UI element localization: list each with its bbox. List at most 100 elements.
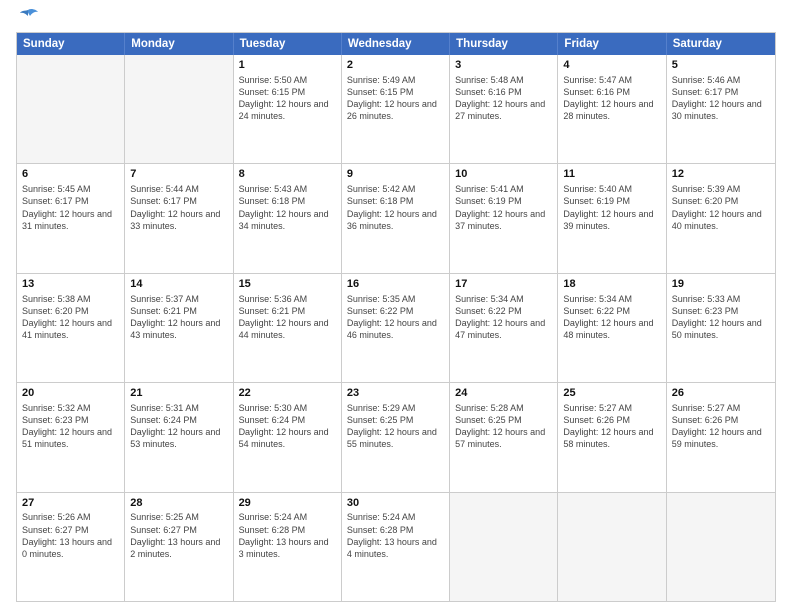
header-day-wednesday: Wednesday <box>342 33 450 55</box>
day-detail: Sunrise: 5:43 AM Sunset: 6:18 PM Dayligh… <box>239 183 336 232</box>
day-detail: Sunrise: 5:24 AM Sunset: 6:28 PM Dayligh… <box>239 511 336 560</box>
day-detail: Sunrise: 5:29 AM Sunset: 6:25 PM Dayligh… <box>347 402 444 451</box>
calendar-day-16: 16Sunrise: 5:35 AM Sunset: 6:22 PM Dayli… <box>342 274 450 382</box>
day-number: 11 <box>563 167 660 182</box>
header-day-monday: Monday <box>125 33 233 55</box>
day-number: 16 <box>347 277 444 292</box>
day-number: 3 <box>455 58 552 73</box>
day-number: 7 <box>130 167 227 182</box>
day-number: 30 <box>347 496 444 511</box>
calendar-day-empty <box>558 493 666 601</box>
day-detail: Sunrise: 5:36 AM Sunset: 6:21 PM Dayligh… <box>239 293 336 342</box>
calendar-week-5: 27Sunrise: 5:26 AM Sunset: 6:27 PM Dayli… <box>17 493 775 601</box>
calendar-day-27: 27Sunrise: 5:26 AM Sunset: 6:27 PM Dayli… <box>17 493 125 601</box>
day-detail: Sunrise: 5:27 AM Sunset: 6:26 PM Dayligh… <box>672 402 770 451</box>
calendar-day-empty <box>17 55 125 163</box>
calendar-week-4: 20Sunrise: 5:32 AM Sunset: 6:23 PM Dayli… <box>17 383 775 492</box>
day-number: 2 <box>347 58 444 73</box>
calendar-day-5: 5Sunrise: 5:46 AM Sunset: 6:17 PM Daylig… <box>667 55 775 163</box>
day-detail: Sunrise: 5:37 AM Sunset: 6:21 PM Dayligh… <box>130 293 227 342</box>
day-number: 28 <box>130 496 227 511</box>
calendar-day-26: 26Sunrise: 5:27 AM Sunset: 6:26 PM Dayli… <box>667 383 775 491</box>
calendar-day-23: 23Sunrise: 5:29 AM Sunset: 6:25 PM Dayli… <box>342 383 450 491</box>
day-detail: Sunrise: 5:28 AM Sunset: 6:25 PM Dayligh… <box>455 402 552 451</box>
day-detail: Sunrise: 5:31 AM Sunset: 6:24 PM Dayligh… <box>130 402 227 451</box>
day-detail: Sunrise: 5:41 AM Sunset: 6:19 PM Dayligh… <box>455 183 552 232</box>
day-number: 13 <box>22 277 119 292</box>
calendar-day-22: 22Sunrise: 5:30 AM Sunset: 6:24 PM Dayli… <box>234 383 342 491</box>
day-detail: Sunrise: 5:45 AM Sunset: 6:17 PM Dayligh… <box>22 183 119 232</box>
day-detail: Sunrise: 5:33 AM Sunset: 6:23 PM Dayligh… <box>672 293 770 342</box>
calendar-header: SundayMondayTuesdayWednesdayThursdayFrid… <box>17 33 775 55</box>
calendar: SundayMondayTuesdayWednesdayThursdayFrid… <box>16 32 776 602</box>
day-detail: Sunrise: 5:38 AM Sunset: 6:20 PM Dayligh… <box>22 293 119 342</box>
calendar-week-3: 13Sunrise: 5:38 AM Sunset: 6:20 PM Dayli… <box>17 274 775 383</box>
day-number: 6 <box>22 167 119 182</box>
calendar-week-1: 1Sunrise: 5:50 AM Sunset: 6:15 PM Daylig… <box>17 55 775 164</box>
day-detail: Sunrise: 5:27 AM Sunset: 6:26 PM Dayligh… <box>563 402 660 451</box>
day-number: 29 <box>239 496 336 511</box>
day-detail: Sunrise: 5:26 AM Sunset: 6:27 PM Dayligh… <box>22 511 119 560</box>
day-number: 25 <box>563 386 660 401</box>
day-detail: Sunrise: 5:32 AM Sunset: 6:23 PM Dayligh… <box>22 402 119 451</box>
day-detail: Sunrise: 5:39 AM Sunset: 6:20 PM Dayligh… <box>672 183 770 232</box>
day-detail: Sunrise: 5:42 AM Sunset: 6:18 PM Dayligh… <box>347 183 444 232</box>
logo <box>16 12 38 24</box>
calendar-day-3: 3Sunrise: 5:48 AM Sunset: 6:16 PM Daylig… <box>450 55 558 163</box>
header-day-friday: Friday <box>558 33 666 55</box>
calendar-body: 1Sunrise: 5:50 AM Sunset: 6:15 PM Daylig… <box>17 55 775 601</box>
calendar-day-4: 4Sunrise: 5:47 AM Sunset: 6:16 PM Daylig… <box>558 55 666 163</box>
day-number: 15 <box>239 277 336 292</box>
day-number: 1 <box>239 58 336 73</box>
calendar-day-9: 9Sunrise: 5:42 AM Sunset: 6:18 PM Daylig… <box>342 164 450 272</box>
day-detail: Sunrise: 5:40 AM Sunset: 6:19 PM Dayligh… <box>563 183 660 232</box>
calendar-day-12: 12Sunrise: 5:39 AM Sunset: 6:20 PM Dayli… <box>667 164 775 272</box>
calendar-day-21: 21Sunrise: 5:31 AM Sunset: 6:24 PM Dayli… <box>125 383 233 491</box>
header-day-sunday: Sunday <box>17 33 125 55</box>
page-header <box>16 12 776 24</box>
calendar-day-19: 19Sunrise: 5:33 AM Sunset: 6:23 PM Dayli… <box>667 274 775 382</box>
calendar-day-empty <box>125 55 233 163</box>
calendar-day-7: 7Sunrise: 5:44 AM Sunset: 6:17 PM Daylig… <box>125 164 233 272</box>
calendar-day-1: 1Sunrise: 5:50 AM Sunset: 6:15 PM Daylig… <box>234 55 342 163</box>
day-detail: Sunrise: 5:47 AM Sunset: 6:16 PM Dayligh… <box>563 74 660 123</box>
calendar-day-8: 8Sunrise: 5:43 AM Sunset: 6:18 PM Daylig… <box>234 164 342 272</box>
calendar-day-29: 29Sunrise: 5:24 AM Sunset: 6:28 PM Dayli… <box>234 493 342 601</box>
day-detail: Sunrise: 5:34 AM Sunset: 6:22 PM Dayligh… <box>455 293 552 342</box>
day-detail: Sunrise: 5:46 AM Sunset: 6:17 PM Dayligh… <box>672 74 770 123</box>
day-number: 21 <box>130 386 227 401</box>
calendar-day-empty <box>667 493 775 601</box>
logo-bird-icon <box>18 8 38 24</box>
day-detail: Sunrise: 5:49 AM Sunset: 6:15 PM Dayligh… <box>347 74 444 123</box>
day-number: 18 <box>563 277 660 292</box>
calendar-day-10: 10Sunrise: 5:41 AM Sunset: 6:19 PM Dayli… <box>450 164 558 272</box>
day-detail: Sunrise: 5:25 AM Sunset: 6:27 PM Dayligh… <box>130 511 227 560</box>
calendar-day-empty <box>450 493 558 601</box>
header-day-saturday: Saturday <box>667 33 775 55</box>
calendar-day-25: 25Sunrise: 5:27 AM Sunset: 6:26 PM Dayli… <box>558 383 666 491</box>
day-detail: Sunrise: 5:30 AM Sunset: 6:24 PM Dayligh… <box>239 402 336 451</box>
calendar-day-20: 20Sunrise: 5:32 AM Sunset: 6:23 PM Dayli… <box>17 383 125 491</box>
header-day-tuesday: Tuesday <box>234 33 342 55</box>
day-number: 19 <box>672 277 770 292</box>
day-number: 12 <box>672 167 770 182</box>
calendar-day-28: 28Sunrise: 5:25 AM Sunset: 6:27 PM Dayli… <box>125 493 233 601</box>
day-number: 5 <box>672 58 770 73</box>
calendar-day-13: 13Sunrise: 5:38 AM Sunset: 6:20 PM Dayli… <box>17 274 125 382</box>
calendar-day-17: 17Sunrise: 5:34 AM Sunset: 6:22 PM Dayli… <box>450 274 558 382</box>
calendar-week-2: 6Sunrise: 5:45 AM Sunset: 6:17 PM Daylig… <box>17 164 775 273</box>
day-number: 17 <box>455 277 552 292</box>
day-detail: Sunrise: 5:35 AM Sunset: 6:22 PM Dayligh… <box>347 293 444 342</box>
day-number: 22 <box>239 386 336 401</box>
day-number: 20 <box>22 386 119 401</box>
day-detail: Sunrise: 5:24 AM Sunset: 6:28 PM Dayligh… <box>347 511 444 560</box>
calendar-day-11: 11Sunrise: 5:40 AM Sunset: 6:19 PM Dayli… <box>558 164 666 272</box>
calendar-day-14: 14Sunrise: 5:37 AM Sunset: 6:21 PM Dayli… <box>125 274 233 382</box>
day-number: 23 <box>347 386 444 401</box>
calendar-day-6: 6Sunrise: 5:45 AM Sunset: 6:17 PM Daylig… <box>17 164 125 272</box>
day-detail: Sunrise: 5:50 AM Sunset: 6:15 PM Dayligh… <box>239 74 336 123</box>
day-detail: Sunrise: 5:48 AM Sunset: 6:16 PM Dayligh… <box>455 74 552 123</box>
day-number: 9 <box>347 167 444 182</box>
header-day-thursday: Thursday <box>450 33 558 55</box>
calendar-day-2: 2Sunrise: 5:49 AM Sunset: 6:15 PM Daylig… <box>342 55 450 163</box>
